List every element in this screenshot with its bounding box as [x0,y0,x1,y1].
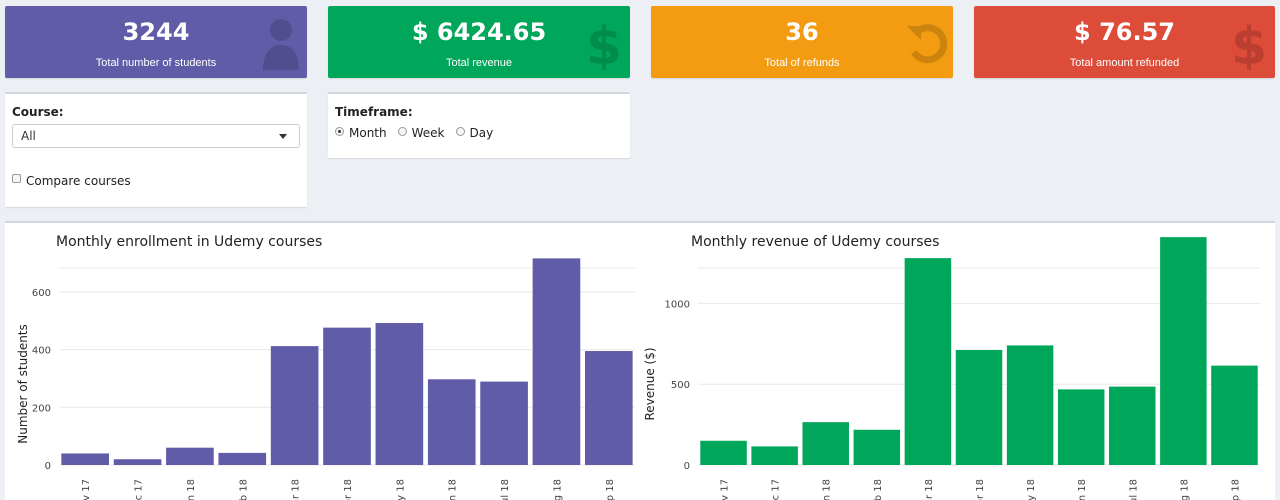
compare-courses-checkbox[interactable] [12,173,21,183]
bar[interactable] [166,447,214,465]
x-tick-label: Sep 18 [1230,479,1241,500]
revenue-chart: Monthly revenue of Udemy courses 0 500 1000… [640,223,1275,500]
x-tick-label: May 18 [1026,479,1037,500]
bar[interactable] [375,323,424,465]
undo-icon [905,16,949,70]
revenue-chart-svg: Monthly revenue of Udemy courses 0 500 1000… [643,234,1260,500]
x-tick-label: Feb 18 [238,479,249,500]
timeframe-option-week[interactable]: Week [397,126,445,140]
timeframe-option-month[interactable]: Month [335,126,387,140]
bar[interactable] [955,349,1003,465]
timeframe-option-label: Month [349,126,387,140]
bar[interactable] [802,422,849,465]
y-tick-label: 0 [45,461,51,472]
x-tick-label: May 18 [395,479,406,500]
kpi-total-revenue: $ 6424.65 Total revenue $ [328,6,630,78]
compare-courses-option[interactable]: Compare courses [12,173,131,188]
timeframe-radio-group: Month Week Day [335,126,504,140]
timeframe-radio-month[interactable] [335,126,344,136]
x-tick-label: Jul 18 [500,479,511,500]
x-tick-label: Mar 18 [924,479,935,500]
compare-courses-label: Compare courses [26,174,131,188]
y-tick-label: 0 [684,461,690,472]
bar[interactable] [532,258,581,465]
x-tick-label: Jun 18 [1077,479,1088,500]
x-tick-label: Nov 17 [81,479,92,500]
y-tick-label: 1000 [665,299,690,310]
bar[interactable] [61,453,110,465]
charts-panel: Monthly enrollment in Udemy courses 0 200 4… [5,221,1275,500]
svg-text:$: $ [586,17,622,70]
x-tick-label: Dec 17 [134,479,145,500]
bar[interactable] [700,440,747,465]
x-tick-label: Dec 17 [771,479,782,500]
timeframe-option-label: Day [469,126,494,140]
bar[interactable] [480,381,528,465]
timeframe-option-day[interactable]: Day [455,126,494,140]
bar[interactable] [270,346,319,465]
chevron-down-icon [279,134,287,139]
x-tick-label: Sep 18 [605,479,616,500]
y-axis-label: Number of students [16,324,30,444]
x-tick-label: Feb 18 [873,479,884,500]
x-tick-label: Mar 18 [291,479,302,500]
x-tick-label: Apr 18 [975,479,986,500]
y-tick-label: 400 [32,346,51,357]
enrollment-chart: Monthly enrollment in Udemy courses 0 200 4… [5,223,640,500]
y-axis-label: Revenue ($) [643,347,657,420]
chart-title: Monthly revenue of Udemy courses [691,234,939,250]
bar[interactable] [1057,389,1105,465]
y-tick-label: 600 [32,288,51,299]
dollar-icon: $ [582,16,626,70]
bar[interactable] [1211,365,1258,465]
course-label: Course: [12,105,64,119]
bar[interactable] [113,459,162,465]
bar[interactable] [427,379,476,465]
bar[interactable] [904,258,952,465]
x-tick-label: Jul 18 [1128,479,1139,500]
course-select[interactable]: All [12,124,300,148]
kpi-total-students: 3244 Total number of students [5,6,307,78]
kpi-total-refunded: $ 76.57 Total amount refunded $ [974,6,1275,78]
x-tick-label: Jan 18 [186,479,197,500]
kpi-total-refunds: 36 Total of refunds [651,6,953,78]
bar[interactable] [853,429,901,465]
bar[interactable] [323,327,371,465]
x-tick-label: Jan 18 [822,479,833,500]
dollar-icon: $ [1227,16,1271,70]
x-tick-label: Nov 17 [720,479,731,500]
bar[interactable] [584,351,633,465]
svg-text:$: $ [1231,17,1267,70]
user-icon [259,16,303,70]
timeframe-option-label: Week [411,126,445,140]
timeframe-radio-week[interactable] [397,126,407,136]
course-select-value: All [21,129,36,143]
bar[interactable] [1160,237,1207,465]
x-tick-label: Apr 18 [343,479,354,500]
x-tick-label: Aug 18 [552,479,563,500]
timeframe-label: Timeframe: [335,105,413,119]
bar[interactable] [751,446,798,465]
y-tick-label: 500 [671,380,690,391]
bar[interactable] [218,452,267,465]
bar[interactable] [1006,345,1054,465]
chart-title: Monthly enrollment in Udemy courses [56,234,322,250]
enrollment-chart-svg: Monthly enrollment in Udemy courses 0 200 4… [16,234,635,500]
x-tick-label: Jun 18 [448,479,459,500]
x-tick-label: Aug 18 [1179,479,1190,500]
timeframe-panel: Timeframe: Month Week Day [328,92,630,158]
bar[interactable] [1109,386,1156,465]
timeframe-radio-day[interactable] [455,126,465,136]
y-tick-label: 200 [32,403,51,414]
course-filter-panel: Course: All Compare courses [5,92,307,207]
